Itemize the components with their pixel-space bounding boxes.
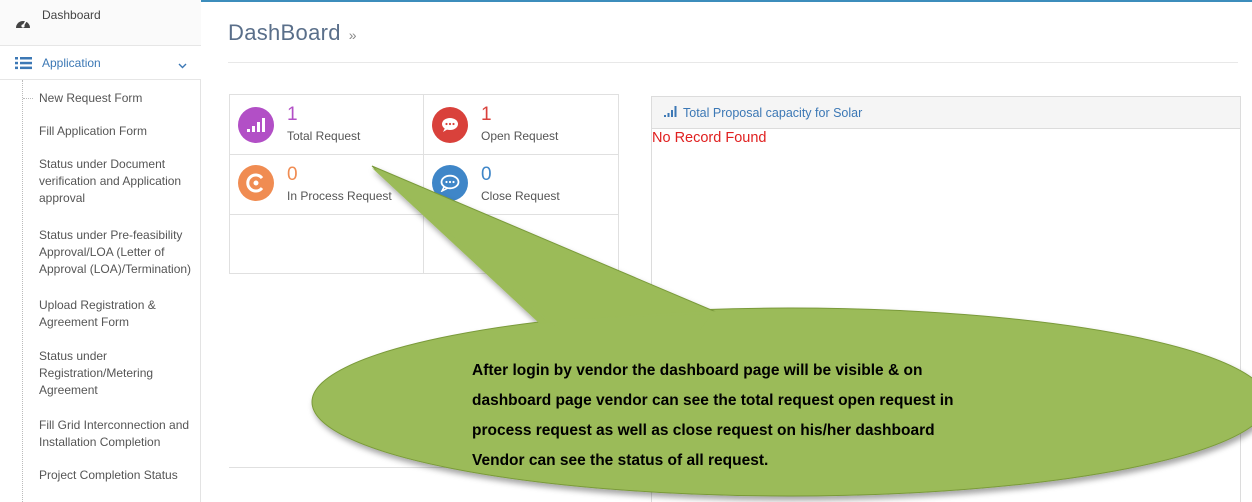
stat-label: Close Request xyxy=(481,189,560,203)
stat-value: 1 xyxy=(287,104,298,125)
breadcrumb-separator: » xyxy=(348,27,357,43)
callout-line: dashboard page vendor can see the total … xyxy=(472,392,954,409)
sidebar-item-dashboard[interactable]: Dashboard xyxy=(0,0,201,46)
stat-open-request[interactable]: 1 Open Request xyxy=(424,95,618,155)
bar-chart-icon xyxy=(664,105,677,120)
tree-tick xyxy=(23,98,33,99)
tree-line xyxy=(22,80,23,502)
stat-in-process-request[interactable]: 0 In Process Request xyxy=(230,155,424,215)
panel-title: Total Proposal capacity for Solar xyxy=(683,105,863,120)
sidebar-item-new-request-form[interactable]: New Request Form xyxy=(39,90,201,107)
callout-line: After login by vendor the dashboard page… xyxy=(472,362,923,379)
chevron-down-icon[interactable] xyxy=(178,58,187,72)
callout-line: process request as well as close request… xyxy=(472,422,935,439)
sidebar-item-upload-registration[interactable]: Upload Registration & Agreement Form xyxy=(39,297,201,331)
sidebar-item-status-pre-feasibility[interactable]: Status under Pre-feasibility Approval/LO… xyxy=(39,227,201,278)
sidebar-item-project-completion-status[interactable]: Project Completion Status xyxy=(39,467,201,484)
sidebar-item-label: Application xyxy=(42,55,101,70)
sidebar-item-fill-application-form[interactable]: Fill Application Form xyxy=(39,123,201,140)
chat-bubble-outline-icon xyxy=(432,165,468,201)
no-record-message: No Record Found xyxy=(652,130,767,146)
sidebar-item-application[interactable]: Application xyxy=(0,46,201,80)
stat-label: Total Request xyxy=(287,129,361,143)
page-title-text: DashBoard xyxy=(228,20,341,45)
callout-text: After login by vendor the dashboard page… xyxy=(472,356,1212,476)
sidebar-item-status-registration-metering[interactable]: Status under Registration/Metering Agree… xyxy=(39,348,201,399)
dashboard-gauge-icon xyxy=(14,15,32,31)
stat-empty-cell xyxy=(230,215,424,273)
stats-grid: 1 Total Request 1 Open Request 0 In Proc… xyxy=(229,94,619,274)
sidebar: Dashboard Application New Request Form F… xyxy=(0,0,201,502)
sidebar-item-fill-grid-interconnection[interactable]: Fill Grid Interconnection and Installati… xyxy=(39,417,201,451)
list-icon xyxy=(14,55,32,71)
top-border xyxy=(200,0,1252,2)
title-divider xyxy=(228,62,1238,63)
page-title: DashBoard » xyxy=(228,20,357,46)
stat-label: Open Request xyxy=(481,129,559,143)
signal-bars-icon xyxy=(238,107,274,143)
stat-total-request[interactable]: 1 Total Request xyxy=(230,95,424,155)
chat-bubble-icon xyxy=(432,107,468,143)
stat-value: 0 xyxy=(481,164,492,185)
stat-label: In Process Request xyxy=(287,189,392,203)
panel-header: Total Proposal capacity for Solar xyxy=(652,97,1240,129)
stat-value: 0 xyxy=(287,164,298,185)
callout-line: Vendor can see the status of all request… xyxy=(472,452,769,469)
stat-empty-cell xyxy=(424,215,618,273)
sidebar-item-status-document-verification[interactable]: Status under Document verification and A… xyxy=(39,156,201,207)
stat-value: 1 xyxy=(481,104,492,125)
progress-ring-icon xyxy=(238,165,274,201)
stat-close-request[interactable]: 0 Close Request xyxy=(424,155,618,215)
sidebar-item-label: Dashboard xyxy=(42,7,101,22)
